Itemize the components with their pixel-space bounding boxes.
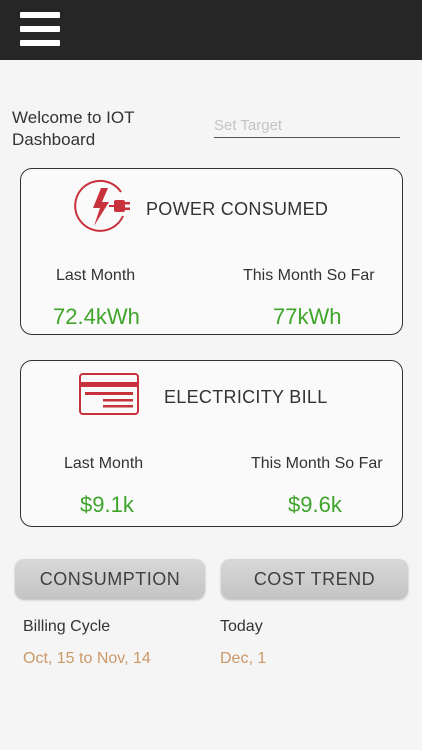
today-value: Dec, 1 bbox=[220, 650, 267, 667]
power-consumed-title: POWER CONSUMED bbox=[146, 199, 329, 219]
menu-line bbox=[20, 12, 60, 18]
bill-this-month-value: $9.6k bbox=[288, 492, 342, 517]
today-label: Today bbox=[220, 618, 263, 635]
set-target-input[interactable] bbox=[214, 114, 400, 138]
power-last-month-value: 72.4kWh bbox=[53, 304, 140, 329]
hamburger-menu-icon[interactable] bbox=[20, 10, 60, 48]
cost-trend-button[interactable]: COST TREND bbox=[221, 559, 408, 599]
menu-line bbox=[20, 40, 60, 46]
power-consumed-card: POWER CONSUMED Last Month This Month So … bbox=[20, 168, 403, 335]
welcome-text: Welcome to IOT Dashboard bbox=[12, 108, 135, 149]
power-plug-bolt-icon bbox=[73, 178, 131, 241]
top-bar bbox=[0, 0, 422, 60]
billing-cycle-label: Billing Cycle bbox=[23, 618, 111, 635]
billing-cycle-value: Oct, 15 to Nov, 14 bbox=[23, 650, 151, 667]
bill-last-month-label: Last Month bbox=[64, 455, 144, 472]
power-last-month-label: Last Month bbox=[56, 267, 136, 284]
bill-this-month-label: This Month So Far bbox=[251, 455, 383, 472]
electricity-bill-card: ELECTRICITY BILL Last Month This Month S… bbox=[20, 360, 403, 527]
power-this-month-value: 77kWh bbox=[273, 304, 342, 329]
menu-line bbox=[20, 26, 60, 32]
electricity-bill-title: ELECTRICITY BILL bbox=[164, 387, 328, 407]
bill-last-month-value: $9.1k bbox=[80, 492, 134, 517]
bill-card-icon bbox=[79, 373, 141, 422]
consumption-button[interactable]: CONSUMPTION bbox=[15, 559, 205, 599]
power-this-month-label: This Month So Far bbox=[243, 267, 375, 284]
